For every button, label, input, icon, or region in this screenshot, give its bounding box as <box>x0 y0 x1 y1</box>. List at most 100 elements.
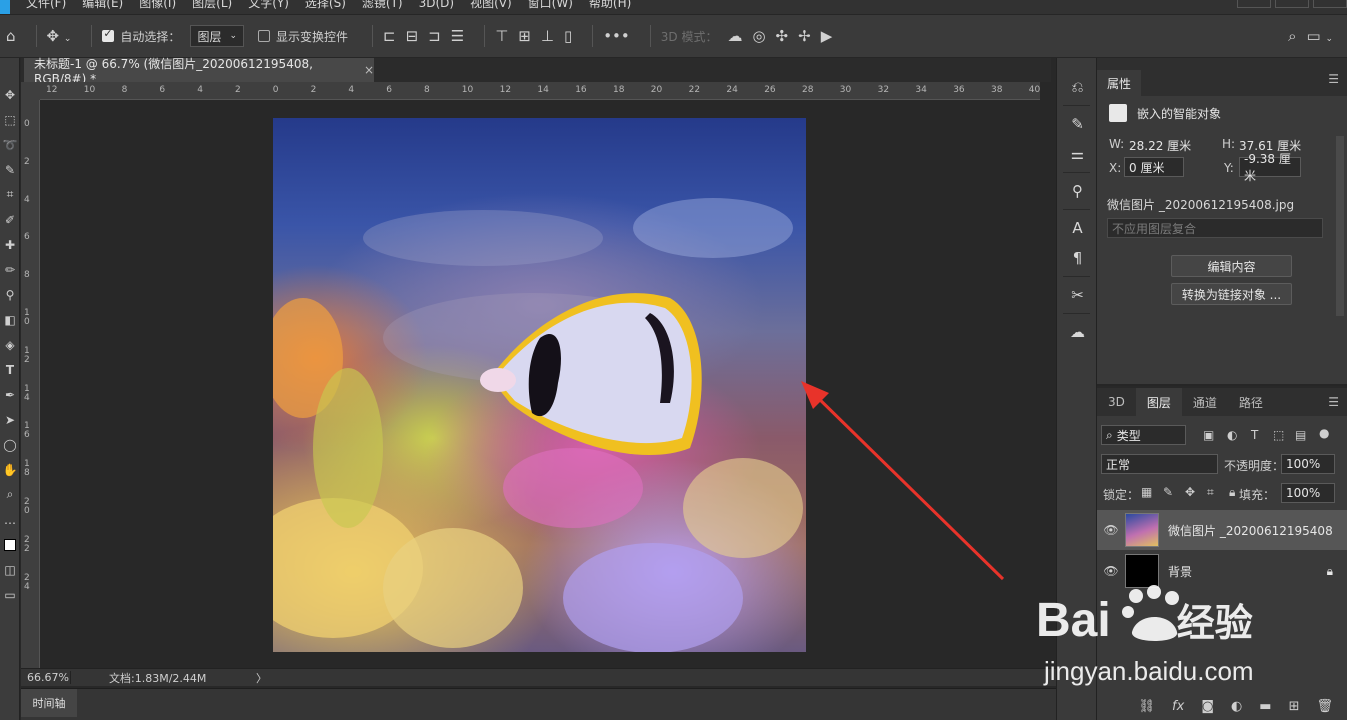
document-tab[interactable]: 未标题-1 @ 66.7% (微信图片_20200612195408, RGB/… <box>24 57 374 86</box>
align-middle-icon[interactable]: ⊞ <box>518 27 531 45</box>
lock-pixels-icon[interactable]: ✎ <box>1163 485 1173 499</box>
distribute-icon[interactable]: ☰ <box>451 27 464 45</box>
move-tool-preset-icon[interactable]: ✥ ⌄ <box>47 27 72 45</box>
menu-3d[interactable]: 3D(D) <box>419 0 454 10</box>
menu-filter[interactable]: 滤镜(T) <box>362 0 403 10</box>
eye-icon[interactable]: 👁︎ <box>1097 523 1125 537</box>
new-group-icon[interactable]: ▬ <box>1259 699 1271 714</box>
trash-icon[interactable]: 🗑︎ <box>1316 699 1333 714</box>
path-select-tool-icon[interactable]: ➤ <box>0 407 20 432</box>
workspace-icon[interactable]: ▭ ⌄ <box>1307 27 1334 45</box>
new-layer-icon[interactable]: ⊞ <box>1289 699 1300 714</box>
menu-help[interactable]: 帮助(H) <box>589 0 631 10</box>
layer-name[interactable]: 背景 <box>1168 563 1327 580</box>
menu-layer[interactable]: 图层(L) <box>192 0 232 10</box>
menu-file[interactable]: 文件(F) <box>26 0 66 10</box>
brush-tool-icon[interactable]: ✏ <box>0 257 20 282</box>
lock-position-icon[interactable]: ✥ <box>1185 485 1195 499</box>
move-tool-icon[interactable]: ✥ <box>0 82 20 107</box>
filter-type-icon[interactable]: T <box>1251 428 1258 442</box>
align-left-icon[interactable]: ⊏ <box>383 27 396 45</box>
close-icon[interactable]: × <box>364 63 374 77</box>
lock-transparent-icon[interactable]: ▦ <box>1141 485 1152 499</box>
lock-artboard-icon[interactable]: ⌗ <box>1207 485 1214 500</box>
menu-window[interactable]: 窗口(W) <box>528 0 573 10</box>
menu-view[interactable]: 视图(V) <box>470 0 512 10</box>
type-tool-icon[interactable]: T <box>0 357 20 382</box>
eyedropper-tool-icon[interactable]: ✐ <box>0 207 20 232</box>
tab-properties[interactable]: 属性 <box>1097 70 1141 96</box>
filter-toggle-icon[interactable]: ● <box>1319 426 1329 440</box>
edit-contents-button[interactable]: 编辑内容 <box>1171 255 1292 277</box>
quick-select-tool-icon[interactable]: ✎ <box>0 157 20 182</box>
opacity-field[interactable]: 100% <box>1281 454 1335 474</box>
layer-row-smart-object[interactable]: 👁︎ 微信图片 _20200612195408 <box>1097 510 1347 550</box>
menu-edit[interactable]: 编辑(E) <box>82 0 123 10</box>
close-window-button[interactable] <box>1313 0 1347 8</box>
blend-mode-dropdown[interactable]: 正常 <box>1101 454 1218 474</box>
layer-filter-dropdown[interactable]: ⌕ 类型 <box>1101 425 1186 445</box>
marquee-tool-icon[interactable]: ⬚ <box>0 107 20 132</box>
convert-to-linked-button[interactable]: 转换为链接对象 ... <box>1171 283 1292 305</box>
adjustment-layer-icon[interactable]: ◐ <box>1231 699 1242 714</box>
menu-type[interactable]: 文字(Y) <box>248 0 289 10</box>
paint-bucket-tool-icon[interactable]: ◈ <box>0 332 20 357</box>
zoom-tool-icon[interactable]: ⌕ <box>0 482 20 507</box>
y-position-field[interactable]: -9.38 厘米 <box>1239 152 1301 183</box>
vertical-ruler[interactable]: 0 2 4 6 8 1 0 1 2 1 4 1 6 1 8 2 0 2 2 2 4 <box>21 100 40 668</box>
home-icon[interactable]: ⌂ <box>6 27 16 45</box>
align-center-icon[interactable]: ⊟ <box>406 27 419 45</box>
hand-tool-icon[interactable]: ✋ <box>0 457 20 482</box>
lasso-tool-icon[interactable]: ➰ <box>0 132 20 157</box>
crop-tool-icon[interactable]: ⌗ <box>0 182 20 207</box>
align-bottom-icon[interactable]: ⊥ <box>541 27 554 45</box>
layer-comp-dropdown[interactable]: 不应用图层复合 <box>1107 218 1323 238</box>
ruler-origin[interactable] <box>21 82 40 100</box>
layer-style-fx-icon[interactable]: fx <box>1172 699 1184 714</box>
screen-mode-icon[interactable]: ▭ <box>0 582 20 607</box>
x-position-field[interactable]: 0 厘米 <box>1124 157 1184 177</box>
menu-image[interactable]: 图像(I) <box>139 0 176 10</box>
color-swatches-icon[interactable] <box>0 532 20 557</box>
link-layers-icon[interactable]: ⛓ <box>1139 699 1156 714</box>
restore-button[interactable] <box>1275 0 1309 8</box>
slide-3d-icon[interactable]: ✢ <box>798 27 811 45</box>
add-mask-icon[interactable]: ◙ <box>1201 699 1214 714</box>
tab-layers[interactable]: 图层 <box>1135 388 1182 416</box>
filter-shape-icon[interactable]: ⬚ <box>1273 428 1284 442</box>
scale-3d-icon[interactable]: ▶ <box>821 27 833 45</box>
tab-channels[interactable]: 通道 <box>1182 388 1228 416</box>
filter-adjustment-icon[interactable]: ◐ <box>1227 428 1237 442</box>
more-options-icon[interactable]: ••• <box>603 27 630 45</box>
eraser-tool-icon[interactable]: ◧ <box>0 307 20 332</box>
search-icon[interactable]: ⌕ <box>1288 27 1296 45</box>
panel-menu-icon[interactable]: ☰ <box>1328 72 1339 86</box>
libraries-icon[interactable]: ☁ <box>1057 317 1098 347</box>
ellipse-tool-icon[interactable]: ◯ <box>0 432 20 457</box>
tab-timeline[interactable]: 时间轴 <box>21 689 77 717</box>
width-value[interactable]: 28.22 厘米 <box>1129 137 1191 154</box>
filter-smart-object-icon[interactable]: ▤ <box>1295 428 1306 442</box>
orbit-3d-icon[interactable]: ☁ <box>727 27 742 45</box>
brush-settings-icon[interactable]: ✎ <box>1057 109 1098 139</box>
auto-select-checkbox[interactable] <box>102 27 115 42</box>
character-icon[interactable]: A <box>1057 213 1098 243</box>
panel-menu-icon[interactable]: ☰ <box>1320 388 1347 416</box>
clone-source-icon[interactable]: ⚲ <box>1057 176 1098 206</box>
status-menu-chevron-icon[interactable]: 〉 <box>256 670 267 686</box>
tab-3d[interactable]: 3D <box>1097 388 1136 416</box>
fill-field[interactable]: 100% <box>1281 483 1335 503</box>
quick-mask-icon[interactable]: ◫ <box>0 557 20 582</box>
horizontal-ruler[interactable]: 12 10 8 6 4 2 0 2 4 6 8 10 12 14 16 18 20 22 24 26 28 30 32 34 3… <box>40 82 1040 100</box>
align-right-icon[interactable]: ⊐ <box>428 27 441 45</box>
zoom-level[interactable]: 66.67% <box>21 671 71 684</box>
drag-3d-icon[interactable]: ✣ <box>776 27 789 45</box>
filter-pixel-icon[interactable]: ▣ <box>1203 428 1214 442</box>
tools-settings-icon[interactable]: ✂ <box>1057 280 1098 310</box>
adjustments-icon[interactable]: ⚌ <box>1057 139 1098 169</box>
show-transform-controls-checkbox[interactable] <box>258 30 270 42</box>
history-icon[interactable]: ⎌ <box>1057 72 1098 102</box>
more-tools-icon[interactable]: … <box>0 507 20 532</box>
eye-icon[interactable]: 👁︎ <box>1097 564 1125 578</box>
properties-scrollbar[interactable] <box>1336 136 1344 316</box>
